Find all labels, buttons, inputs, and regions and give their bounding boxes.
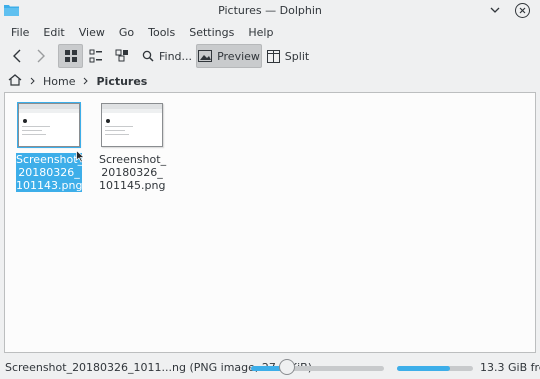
compact-view-button[interactable] xyxy=(84,44,108,68)
mouse-pointer-icon xyxy=(76,149,86,166)
menu-help[interactable]: Help xyxy=(241,26,280,39)
menu-file[interactable]: File xyxy=(4,26,36,39)
menu-settings[interactable]: Settings xyxy=(182,26,241,39)
zoom-slider-handle[interactable] xyxy=(278,359,295,375)
disk-space-fill xyxy=(397,366,451,371)
zoom-slider[interactable] xyxy=(251,366,384,371)
back-button[interactable] xyxy=(6,44,28,68)
file-view[interactable]: Screenshot_ 20180326_ 101143.png Screens… xyxy=(4,92,536,353)
split-label: Split xyxy=(284,49,310,63)
search-icon xyxy=(142,50,154,62)
file-name[interactable]: Screenshot_ 20180326_ 101145.png xyxy=(99,153,166,192)
menu-tools[interactable]: Tools xyxy=(141,26,182,39)
window-title: Pictures — Dolphin xyxy=(218,4,322,17)
file-name[interactable]: Screenshot_ 20180326_ 101143.png xyxy=(16,153,83,192)
split-view-icon xyxy=(266,49,280,63)
status-bar: Screenshot_20180326_1011...ng (PNG image… xyxy=(0,356,540,379)
file-item[interactable]: Screenshot_ 20180326_ 101143.png xyxy=(16,102,83,192)
view-details-icon xyxy=(115,49,129,63)
close-window-icon[interactable] xyxy=(515,3,530,18)
menu-bar: File Edit View Go Tools Settings Help xyxy=(0,22,540,42)
free-space-label: 13.3 GiB free xyxy=(480,361,540,374)
breadcrumb: Home Pictures xyxy=(0,70,540,92)
preview-button[interactable]: Preview xyxy=(196,44,262,68)
details-view-button[interactable] xyxy=(110,44,134,68)
menu-go[interactable]: Go xyxy=(112,26,141,39)
home-icon[interactable] xyxy=(8,73,22,89)
split-button[interactable]: Split xyxy=(264,44,312,68)
find-label: Find... xyxy=(158,49,193,63)
file-thumbnail[interactable] xyxy=(101,103,163,147)
toolbar: Find... Preview Split xyxy=(0,42,540,70)
menu-edit[interactable]: Edit xyxy=(36,26,71,39)
menu-view[interactable]: View xyxy=(72,26,112,39)
view-compact-icon xyxy=(89,49,103,63)
disk-space-bar xyxy=(397,366,473,371)
image-preview-icon xyxy=(198,50,213,62)
arrow-left-icon xyxy=(12,49,22,63)
forward-button[interactable] xyxy=(30,44,52,68)
find-button[interactable]: Find... xyxy=(140,44,194,68)
file-thumbnail[interactable] xyxy=(17,102,81,148)
title-bar: Pictures — Dolphin xyxy=(0,0,540,22)
chevron-right-icon xyxy=(30,75,35,88)
breadcrumb-current[interactable]: Pictures xyxy=(96,75,147,88)
breadcrumb-home[interactable]: Home xyxy=(43,75,75,88)
chevron-right-icon xyxy=(83,75,89,88)
keep-above-chevron-icon[interactable] xyxy=(487,2,503,18)
icons-view-button[interactable] xyxy=(58,44,83,68)
file-item[interactable]: Screenshot_ 20180326_ 101145.png xyxy=(99,103,166,192)
preview-label: Preview xyxy=(217,49,260,63)
view-icons-icon xyxy=(64,49,78,63)
arrow-right-icon xyxy=(36,49,46,63)
